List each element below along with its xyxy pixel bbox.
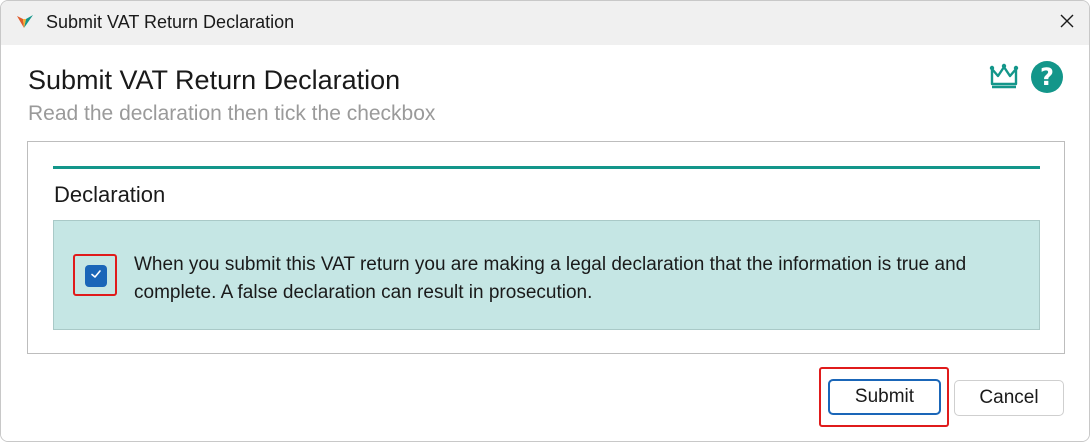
declaration-panel: Declaration When you submit this VAT ret… [27, 141, 1065, 354]
dialog-window: Submit VAT Return Declaration Submit VAT… [0, 0, 1090, 442]
help-button[interactable]: ? [1031, 61, 1063, 93]
declaration-checkbox[interactable] [85, 265, 107, 287]
window-title: Submit VAT Return Declaration [46, 12, 295, 32]
declaration-text: When you submit this VAT return you are … [134, 254, 967, 303]
page-subtitle: Read the declaration then tick the check… [28, 102, 436, 125]
panel-title: Declaration [54, 182, 166, 207]
page-title: Submit VAT Return Declaration [28, 65, 401, 95]
help-icon: ? [1040, 63, 1054, 91]
panel-divider [53, 166, 1040, 169]
crown-icon [989, 63, 1019, 94]
close-button[interactable] [1047, 3, 1087, 43]
app-logo-icon [15, 13, 35, 33]
cancel-button[interactable]: Cancel [954, 380, 1064, 416]
declaration-box: When you submit this VAT return you are … [53, 220, 1040, 330]
close-icon [1059, 13, 1075, 34]
submit-button[interactable]: Submit [828, 379, 941, 415]
dialog-content: Submit VAT Return Declaration Read the d… [1, 45, 1089, 441]
crown-button[interactable] [987, 61, 1021, 95]
checkmark-icon [89, 267, 103, 286]
title-bar: Submit VAT Return Declaration [1, 1, 1089, 45]
